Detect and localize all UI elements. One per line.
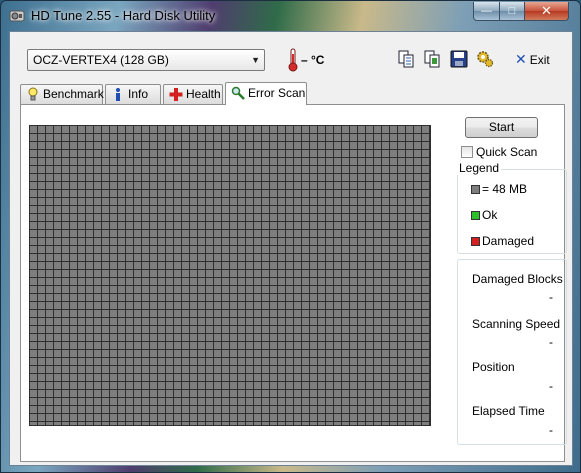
- scan-stats-box: Damaged Blocks - Scanning Speed - Positi…: [457, 259, 567, 445]
- tab-strip: Benchmark Info Health Error Scan: [20, 82, 568, 105]
- thermometer-icon: [288, 48, 298, 72]
- scanning-speed-label: Scanning Speed: [472, 317, 561, 331]
- error-scan-panel: Start Quick Scan = 48 MB Ok Damaged Lege…: [20, 104, 567, 462]
- damaged-blocks-value: -: [549, 290, 553, 304]
- options-gear-icon[interactable]: [476, 50, 494, 68]
- exit-button[interactable]: ✕ Exit: [515, 51, 550, 68]
- quick-scan-label: Quick Scan: [476, 145, 538, 159]
- temperature-readout: – °C: [301, 53, 325, 67]
- tab-health[interactable]: Health: [163, 84, 223, 104]
- tab-label: Benchmark: [43, 87, 104, 101]
- legend-label: Damaged: [482, 234, 535, 248]
- legend-box: = 48 MB Ok Damaged: [457, 169, 567, 254]
- app-window: HD Tune 2.55 - Hard Disk Utility — □ ✕ O…: [0, 0, 581, 473]
- legend-swatch: [471, 237, 480, 246]
- tab-info[interactable]: Info: [105, 84, 161, 104]
- health-cross-icon: [169, 88, 183, 101]
- legend-item-block-size: = 48 MB: [471, 182, 527, 196]
- checkbox-box: [461, 146, 473, 158]
- tab-label: Info: [128, 87, 149, 101]
- legend-item-damaged: Damaged: [471, 234, 534, 248]
- scanning-speed-value: -: [549, 335, 553, 349]
- start-button[interactable]: Start: [465, 117, 538, 138]
- title-bar[interactable]: HD Tune 2.55 - Hard Disk Utility — □ ✕: [1, 1, 580, 31]
- legend-label: = 48 MB: [482, 182, 528, 196]
- save-icon[interactable]: [450, 50, 468, 68]
- client-area: OCZ-VERTEX4 (128 GB) ▼ – °C ✕ Exit Bench…: [9, 31, 573, 466]
- tab-benchmark[interactable]: Benchmark: [20, 84, 104, 104]
- legend-title: Legend: [457, 161, 502, 175]
- quick-scan-checkbox[interactable]: Quick Scan: [461, 145, 537, 159]
- exit-label: Exit: [529, 53, 550, 67]
- close-window-button[interactable]: ✕: [524, 2, 569, 21]
- elapsed-time-value: -: [549, 423, 553, 437]
- tab-label: Error Scan: [248, 86, 306, 100]
- elapsed-time-label: Elapsed Time: [472, 404, 545, 418]
- window-title: HD Tune 2.55 - Hard Disk Utility: [31, 8, 216, 23]
- drive-select-value: OCZ-VERTEX4 (128 GB): [33, 53, 169, 67]
- damaged-blocks-label: Damaged Blocks: [472, 272, 563, 286]
- magnifier-icon: [231, 86, 245, 100]
- tab-error-scan[interactable]: Error Scan: [225, 82, 307, 105]
- position-value: -: [549, 379, 553, 393]
- drive-select[interactable]: OCZ-VERTEX4 (128 GB) ▼: [27, 49, 265, 71]
- tab-label: Health: [186, 87, 221, 101]
- position-label: Position: [472, 360, 515, 374]
- legend-item-ok: Ok: [471, 208, 497, 222]
- info-icon: [116, 88, 120, 101]
- lightbulb-icon: [28, 87, 38, 101]
- copy-info-icon[interactable]: [397, 50, 415, 68]
- legend-swatch: [471, 185, 480, 194]
- chevron-down-icon: ▼: [251, 55, 260, 65]
- hd-tune-app-icon: [9, 10, 25, 22]
- legend-swatch: [471, 211, 480, 220]
- toolbar: OCZ-VERTEX4 (128 GB) ▼ – °C ✕ Exit: [10, 32, 572, 80]
- minimize-button[interactable]: —: [473, 2, 500, 21]
- legend-label: Ok: [482, 208, 498, 222]
- block-map-grid: [29, 125, 431, 426]
- exit-icon: ✕: [515, 51, 527, 67]
- maximize-button[interactable]: □: [499, 2, 525, 21]
- copy-screenshot-icon[interactable]: [423, 50, 441, 68]
